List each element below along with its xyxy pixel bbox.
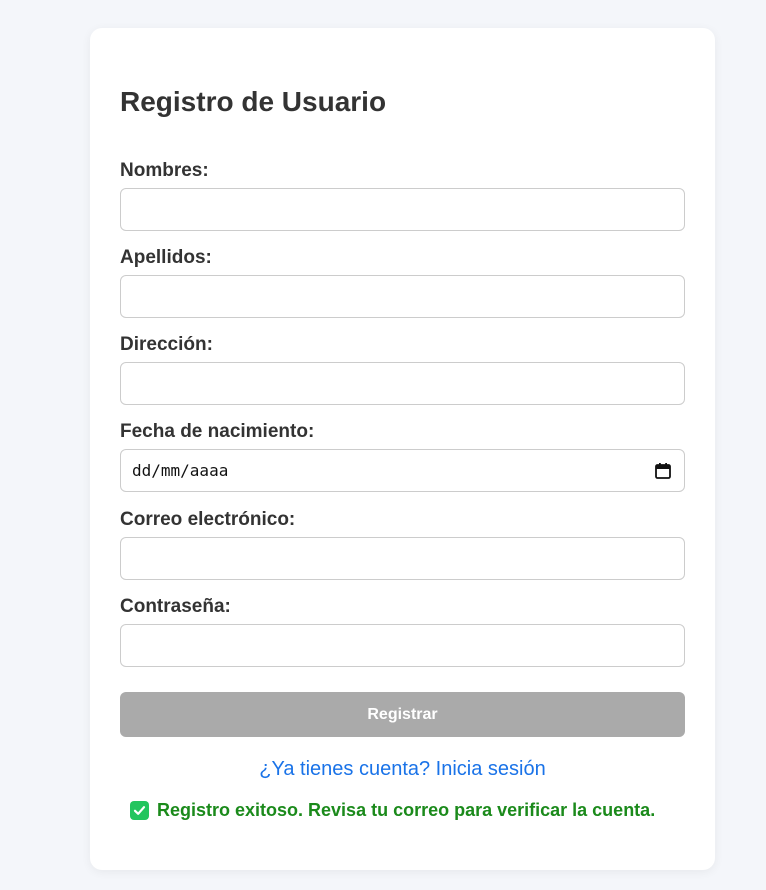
calendar-icon[interactable] xyxy=(654,462,672,480)
fecha-nacimiento-label: Fecha de nacimiento: xyxy=(120,421,315,442)
success-text: Registro exitoso. Revisa tu correo para … xyxy=(157,800,656,820)
check-icon xyxy=(130,800,149,820)
apellidos-input[interactable] xyxy=(120,275,685,318)
contrasena-input[interactable] xyxy=(120,624,685,667)
apellidos-label: Apellidos: xyxy=(120,247,212,268)
registration-card: Registro de Usuario Nombres: Apellidos: … xyxy=(90,28,715,870)
registrar-button[interactable]: Registrar xyxy=(120,692,685,737)
success-message: Registro exitoso. Revisa tu correo para … xyxy=(130,798,655,822)
fecha-nacimiento-input[interactable]: dd/mm/aaaa xyxy=(120,449,685,492)
direccion-label: Dirección: xyxy=(120,334,213,355)
contrasena-label: Contraseña: xyxy=(120,596,231,617)
correo-input[interactable] xyxy=(120,537,685,580)
direccion-input[interactable] xyxy=(120,362,685,405)
login-link[interactable]: ¿Ya tienes cuenta? Inicia sesión xyxy=(90,756,715,782)
page-title: Registro de Usuario xyxy=(120,86,387,117)
nombres-label: Nombres: xyxy=(120,160,209,181)
date-placeholder: dd/mm/aaaa xyxy=(132,461,229,480)
nombres-input[interactable] xyxy=(120,188,685,231)
correo-label: Correo electrónico: xyxy=(120,509,296,530)
